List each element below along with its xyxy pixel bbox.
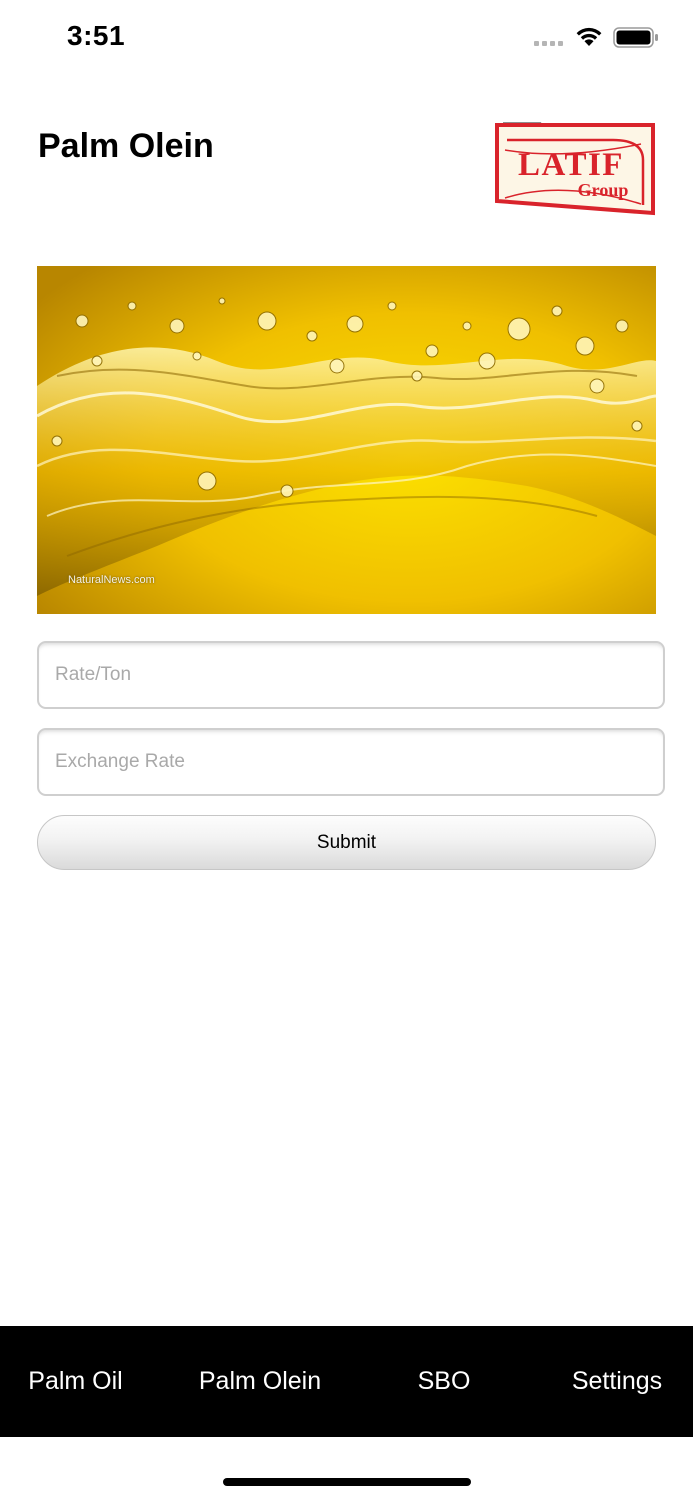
cellular-signal-icon [534, 41, 566, 47]
tab-palm-olein[interactable]: Palm Olein [180, 1326, 340, 1437]
wifi-icon [576, 27, 602, 46]
status-time: 3:51 [67, 20, 126, 51]
tab-palm-oil[interactable]: Palm Oil [0, 1326, 151, 1437]
status-bar: 3:51 [0, 0, 693, 76]
exchange-rate-input[interactable] [37, 728, 665, 796]
battery-icon [613, 27, 658, 48]
hero-image-caption: NaturalNews.com [68, 574, 155, 586]
tab-bar: Palm Oil Palm Olein SBO Settings [0, 1326, 693, 1437]
rate-per-ton-input[interactable] [37, 641, 665, 709]
logo-subtext: Group [578, 180, 629, 200]
home-indicator[interactable] [223, 1478, 471, 1486]
latif-group-logo: LATIF Group [493, 120, 655, 217]
page-title: Palm Olein [38, 127, 214, 165]
submit-button[interactable]: Submit [37, 815, 656, 870]
logo-text: LATIF [518, 147, 624, 183]
hero-image: NaturalNews.com [37, 266, 656, 614]
tab-settings[interactable]: Settings [550, 1326, 684, 1437]
tab-sbo[interactable]: SBO [394, 1326, 494, 1437]
